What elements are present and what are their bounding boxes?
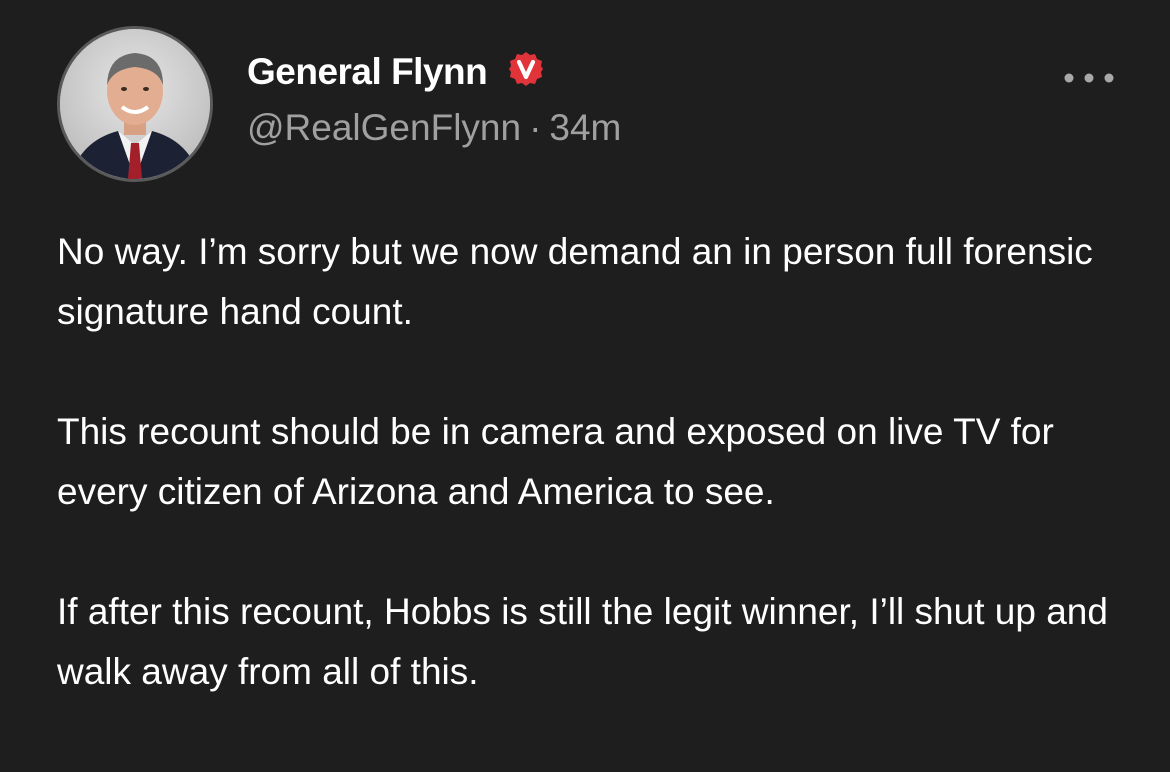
post-paragraph: If after this recount, Hobbs is still th… — [57, 591, 1108, 692]
meta-separator: · — [529, 107, 542, 148]
post-body: No way. I’m sorry but we now demand an i… — [57, 222, 1137, 702]
author-meta-row: @RealGenFlynn · 34m — [247, 106, 621, 150]
post-card: General Flynn @RealGenFlynn · 34m No way. … — [0, 0, 1170, 772]
avatar-photo-icon — [60, 29, 210, 179]
post-paragraph: This recount should be in camera and exp… — [57, 411, 1054, 512]
author-display-name[interactable]: General Flynn — [247, 50, 488, 94]
author-handle[interactable]: @RealGenFlynn — [247, 107, 521, 148]
post-timestamp[interactable]: 34m — [549, 107, 621, 148]
verified-v-icon — [509, 52, 543, 86]
post-paragraph: No way. I’m sorry but we now demand an i… — [57, 231, 1093, 332]
author-avatar[interactable] — [57, 26, 213, 182]
ellipsis-icon[interactable] — [1062, 68, 1116, 88]
